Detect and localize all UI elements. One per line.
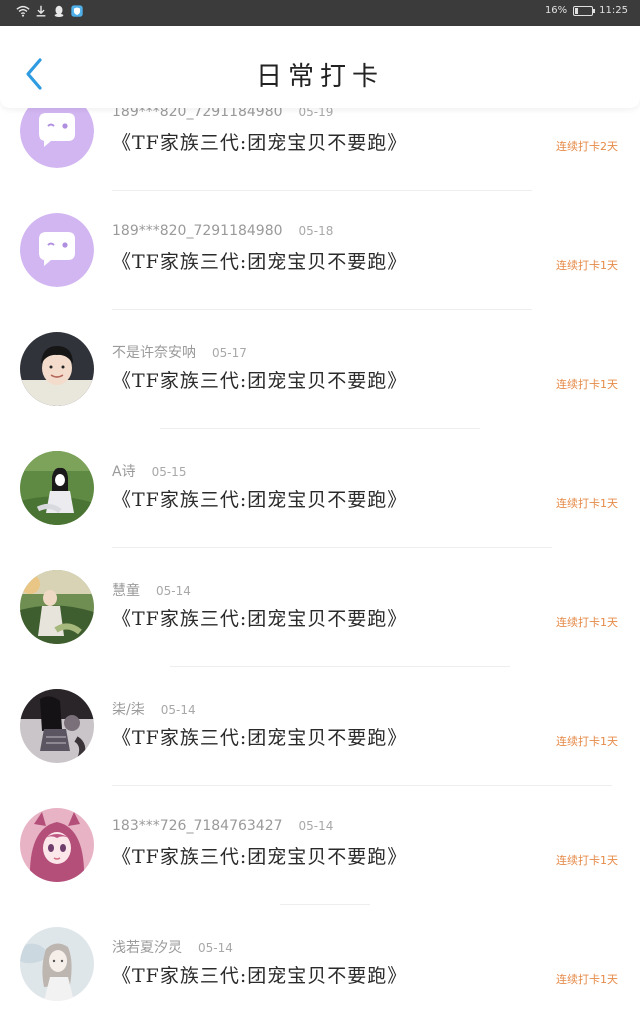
divider [112, 785, 612, 786]
checkin-date: 05-19 [298, 108, 334, 119]
streak-label: 连续打卡1天 [556, 973, 618, 986]
checkin-date: 05-14 [160, 703, 196, 717]
checkin-date: 05-17 [212, 346, 247, 360]
wifi-icon [16, 5, 30, 17]
task-title: 《TF家族三代:团宠宝贝不要跑》 [112, 370, 408, 392]
username: 189***820_7291184980 [112, 223, 283, 239]
streak-label: 连续打卡1天 [556, 378, 618, 391]
list-item[interactable]: 浅若夏汐灵 05-14 《TF家族三代:团宠宝贝不要跑》 连续打卡1天 [0, 919, 640, 1024]
divider [280, 904, 370, 905]
task-title: 《TF家族三代:团宠宝贝不要跑》 [112, 132, 408, 154]
sketch-girl-avatar[interactable] [20, 927, 94, 1001]
username: 柒/柒 [112, 702, 145, 718]
divider [160, 428, 480, 429]
status-right: 16% 11:25 [545, 5, 628, 16]
list-item[interactable]: 189***820_7291184980 05-18 《TF家族三代:团宠宝贝不要… [0, 205, 640, 324]
checkin-meta: 柒/柒 05-14 [112, 699, 196, 719]
checkin-meta: 浅若夏汐灵 05-14 [112, 937, 233, 957]
list-item[interactable]: 柒/柒 05-14 《TF家族三代:团宠宝贝不要跑》 连续打卡1天 [0, 681, 640, 800]
task-title: 《TF家族三代:团宠宝贝不要跑》 [112, 965, 408, 987]
streak-label: 连续打卡1天 [556, 616, 618, 629]
streak-label: 连续打卡2天 [556, 140, 618, 153]
garden-girl-avatar[interactable] [20, 570, 94, 644]
girl-on-grass-avatar[interactable] [20, 451, 94, 525]
task-title: 《TF家族三代:团宠宝贝不要跑》 [112, 846, 408, 868]
list-item[interactable]: 慧童 05-14 《TF家族三代:团宠宝贝不要跑》 连续打卡1天 [0, 562, 640, 681]
boy-photo-avatar[interactable] [20, 332, 94, 406]
task-title: 《TF家族三代:团宠宝贝不要跑》 [112, 251, 408, 273]
status-bar: 16% 11:25 [0, 0, 640, 26]
divider [112, 547, 552, 548]
checkin-meta: 189***820_7291184980 05-19 [112, 108, 333, 120]
qq-penguin-icon [54, 5, 64, 17]
list-item[interactable]: 不是许奈安呐 05-17 《TF家族三代:团宠宝贝不要跑》 连续打卡1天 [0, 324, 640, 443]
list-item[interactable]: 183***726_7184763427 05-14 《TF家族三代:团宠宝贝不要… [0, 800, 640, 919]
username: 不是许奈安呐 [112, 345, 196, 361]
checkin-date: 05-14 [156, 584, 191, 598]
page-title: 日常打卡 [255, 62, 384, 92]
chat-bubble-avatar[interactable] [20, 213, 94, 287]
checkin-meta: 慧童 05-14 [112, 580, 191, 600]
streak-label: 连续打卡1天 [556, 259, 618, 272]
clock: 11:25 [599, 5, 628, 16]
divider [170, 666, 510, 667]
battery-percent: 16% [544, 5, 568, 16]
streak-label: 连续打卡1天 [556, 735, 618, 748]
username: A诗 [112, 464, 136, 480]
divider [112, 309, 532, 310]
list-item[interactable]: A诗 05-15 《TF家族三代:团宠宝贝不要跑》 连续打卡1天 [0, 443, 640, 562]
download-icon [36, 5, 46, 17]
list-item[interactable]: 189***820_7291184980 05-19 《TF家族三代:团宠宝贝不要… [0, 108, 640, 205]
username: 浅若夏汐灵 [112, 940, 182, 956]
checkin-date: 05-14 [298, 819, 334, 833]
username: 189***820_7291184980 [112, 108, 283, 120]
chat-bubble-avatar[interactable] [20, 108, 94, 168]
checkin-meta: 183***726_7184763427 05-14 [112, 818, 333, 834]
task-title: 《TF家族三代:团宠宝贝不要跑》 [112, 489, 408, 511]
streak-label: 连续打卡1天 [556, 497, 618, 510]
checkin-meta: 不是许奈安呐 05-17 [112, 342, 247, 362]
task-title: 《TF家族三代:团宠宝贝不要跑》 [112, 608, 408, 630]
checkin-meta: 189***820_7291184980 05-18 [112, 223, 333, 239]
checkin-date: 05-14 [198, 941, 233, 955]
checkin-list[interactable]: 189***820_7291184980 05-19 《TF家族三代:团宠宝贝不要… [0, 108, 640, 1024]
battery-icon [573, 5, 596, 16]
status-icons [16, 4, 84, 18]
anime-girl-avatar[interactable] [20, 808, 94, 882]
shield-app-icon [71, 5, 83, 17]
checkin-meta: A诗 05-15 [112, 461, 186, 481]
app-header: 日常打卡 [0, 26, 640, 108]
username: 183***726_7184763427 [112, 818, 283, 834]
divider [112, 190, 532, 191]
task-title: 《TF家族三代:团宠宝贝不要跑》 [112, 727, 408, 749]
streak-label: 连续打卡1天 [556, 854, 618, 867]
dark-photo-avatar[interactable] [20, 689, 94, 763]
checkin-date: 05-18 [298, 224, 334, 238]
checkin-date: 05-15 [151, 465, 187, 479]
username: 慧童 [112, 583, 140, 599]
